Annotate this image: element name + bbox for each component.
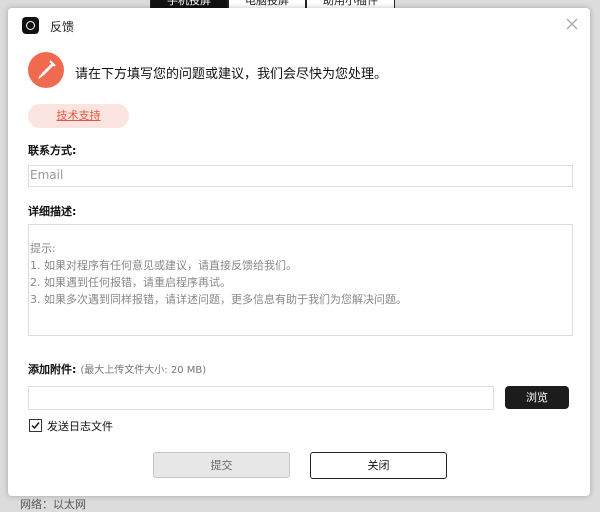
attachment-size-hint: (最大上传文件大小: 20 MB)	[80, 365, 207, 376]
email-placeholder: Email	[30, 168, 64, 182]
description-hint-line: 3. 如果多次遇到同样报错，请详述问题，更多信息有助于我们为您解决问题。	[30, 293, 407, 306]
attachment-label-row: 添加附件: (最大上传文件大小: 20 MB)	[28, 361, 206, 377]
app-logo-icon	[22, 17, 39, 34]
close-button[interactable]: 关闭	[310, 452, 447, 479]
close-icon[interactable]	[564, 16, 580, 32]
background-status-text: 网络：以太网	[20, 498, 86, 511]
send-log-checkbox[interactable]	[29, 419, 42, 432]
pen-icon	[28, 52, 64, 88]
background-tab-plugins[interactable]: 助用小插件	[306, 0, 395, 8]
dialog-title: 反馈	[50, 20, 75, 34]
dialog-titlebar: 反馈	[8, 8, 590, 42]
description-textarea[interactable]: 提示: 1. 如果对程序有任何意见或建议，请直接反馈给我们。 2. 如果遇到任何…	[28, 224, 573, 336]
email-field[interactable]: Email	[28, 165, 573, 187]
submit-button[interactable]: 提交	[153, 452, 290, 478]
category-tag-tech-support[interactable]: 技术支持	[28, 104, 129, 128]
attachment-label: 添加附件:	[28, 363, 77, 376]
attachment-path-field[interactable]	[28, 386, 494, 410]
header-message: 请在下方填写您的问题或建议，我们会尽快为您处理。	[75, 67, 388, 82]
browse-button[interactable]: 浏览	[505, 386, 569, 409]
checkmark-icon	[31, 422, 40, 430]
background-tab-bar: 手机投屏 电脑投屏 助用小插件	[150, 0, 395, 8]
feedback-dialog: 反馈 请在下方填写您的问题或建议，我们会尽快为您处理。 技术支持 联系方式: E…	[8, 8, 590, 496]
background-tab-pc[interactable]: 电脑投屏	[228, 0, 306, 8]
description-label: 详细描述:	[28, 205, 77, 218]
send-log-label[interactable]: 发送日志文件	[47, 418, 113, 434]
description-hint-title: 提示:	[30, 242, 56, 255]
background-tab-phone[interactable]: 手机投屏	[150, 0, 228, 8]
contact-label: 联系方式:	[28, 144, 77, 157]
description-hint-line: 2. 如果遇到任何报错，请重启程序再试。	[30, 276, 231, 289]
description-hint-line: 1. 如果对程序有任何意见或建议，请直接反馈给我们。	[30, 259, 297, 272]
